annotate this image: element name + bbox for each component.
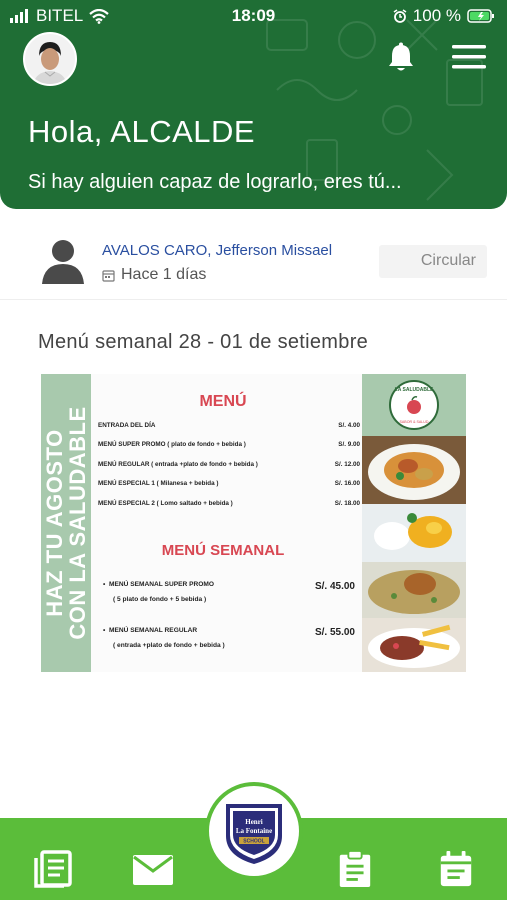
hamburger-menu-icon[interactable]	[452, 44, 486, 70]
battery-icon	[467, 9, 494, 23]
school-name-line-1: Henri	[245, 818, 263, 826]
weekly-menu-item: • MENÚ SEMANAL REGULAR S/. 55.00 ( entra…	[103, 627, 355, 649]
menu-item-name: MENÚ REGULAR ( entrada +plato de fondo +…	[98, 461, 258, 468]
battery-percent: 100 %	[412, 6, 461, 25]
alarm-icon	[393, 9, 407, 23]
time-ago-label: Hace 1 días	[121, 266, 207, 283]
food-photo	[362, 562, 466, 618]
school-crest: Henri La Fontaine SCHOOL	[226, 804, 282, 864]
food-photo	[362, 504, 466, 562]
weekly-item-name: MENÚ SEMANAL REGULAR	[108, 627, 198, 634]
post-author-link[interactable]: AVALOS CARO, Jefferson Missael	[102, 242, 332, 259]
weekly-item-name: MENÚ SEMANAL SUPER PROMO	[108, 581, 215, 588]
clipboard-icon[interactable]	[337, 850, 373, 888]
food-photo	[362, 618, 466, 672]
flyer-photo-column: LA SALUDABLE SABOR & SALUD	[362, 374, 466, 672]
weekly-item-price: S/. 45.00	[314, 581, 355, 592]
menu-item: MENÚ SUPER PROMO ( plato de fondo + bebi…	[98, 441, 360, 448]
post-time: Hace 1 días	[102, 266, 206, 284]
menu-item: MENÚ ESPECIAL 1 ( Milanesa + bebida ) S/…	[98, 480, 360, 487]
menu-item: ENTRADA DEL DÍA S/. 4.00	[98, 422, 360, 429]
side-text-line-2: CON LA SALUDABLE	[65, 406, 90, 640]
menu-item-price: S/. 9.00	[338, 441, 360, 448]
menu-item-name: MENÚ ESPECIAL 2 ( Lomo saltado + bebida …	[98, 500, 233, 507]
menu-flyer-image[interactable]: HAZ TU AGOSTO CON LA SALUDABLE MENÚ ENTR…	[41, 374, 466, 672]
mail-icon[interactable]	[132, 850, 174, 888]
brand-subtitle: SABOR & SALUD	[400, 420, 429, 424]
user-silhouette-icon	[42, 240, 84, 284]
motivational-subtitle: Si hay alguien capaz de lograrlo, eres t…	[28, 171, 402, 193]
menu-item-price: S/. 16.00	[334, 480, 360, 487]
menu-item: MENÚ REGULAR ( entrada +plato de fondo +…	[98, 461, 360, 468]
calendar-small-icon	[102, 269, 115, 282]
flyer-side-text: HAZ TU AGOSTO CON LA SALUDABLE	[42, 406, 90, 640]
weekly-item-detail: ( 5 plato de fondo + 5 bebida )	[113, 596, 207, 603]
student-photo	[25, 34, 75, 84]
post-header: AVALOS CARO, Jefferson Missael Hace 1 dí…	[0, 222, 507, 300]
food-photo	[362, 436, 466, 504]
news-icon[interactable]	[33, 850, 73, 888]
flyer-menu-title: MENÚ	[199, 393, 247, 410]
brand-name: LA SALUDABLE	[395, 387, 434, 393]
menu-item-name: MENÚ SUPER PROMO ( plato de fondo + bebi…	[98, 441, 246, 448]
la-saludable-logo: LA SALUDABLE SABOR & SALUD	[389, 380, 439, 430]
menu-item: MENÚ ESPECIAL 2 ( Lomo saltado + bebida …	[98, 500, 360, 507]
header: BITEL 18:09 100 % Hola, ALCALDE Si hay a…	[0, 0, 507, 209]
weekly-menu-item: • MENÚ SEMANAL SUPER PROMO S/. 45.00 ( 5…	[103, 581, 355, 603]
bell-icon[interactable]	[386, 42, 416, 74]
menu-item-price: S/. 4.00	[338, 422, 360, 429]
greeting-title: Hola, ALCALDE	[28, 114, 256, 149]
status-bar: BITEL 18:09 100 %	[0, 0, 507, 32]
menu-item-price: S/. 12.00	[334, 461, 360, 468]
side-text-line-1: HAZ TU AGOSTO	[42, 429, 67, 617]
school-name-line-2: La Fontaine	[236, 827, 272, 835]
post-title: Menú semanal 28 - 01 de setiembre	[38, 331, 369, 353]
weekly-item-price: S/. 55.00	[314, 627, 355, 638]
flyer-weekly-title: MENÚ SEMANAL	[161, 542, 285, 559]
category-circular-button[interactable]: Circular	[379, 245, 487, 278]
menu-item-name: MENÚ ESPECIAL 1 ( Milanesa + bebida )	[98, 480, 219, 487]
app-screen: BITEL 18:09 100 % Hola, ALCALDE Si hay a…	[0, 0, 507, 900]
calendar-icon[interactable]	[438, 850, 474, 888]
menu-item-name: ENTRADA DEL DÍA	[98, 422, 156, 429]
weekly-item-detail: ( entrada +plato de fondo + bebida )	[113, 642, 225, 649]
brand-badge: LA SALUDABLE SABOR & SALUD	[362, 374, 466, 436]
profile-avatar[interactable]	[23, 32, 77, 86]
school-name-line-3: SCHOOL	[243, 839, 264, 845]
menu-item-price: S/. 18.00	[334, 500, 360, 507]
school-logo-button[interactable]: Henri La Fontaine SCHOOL	[205, 782, 303, 880]
